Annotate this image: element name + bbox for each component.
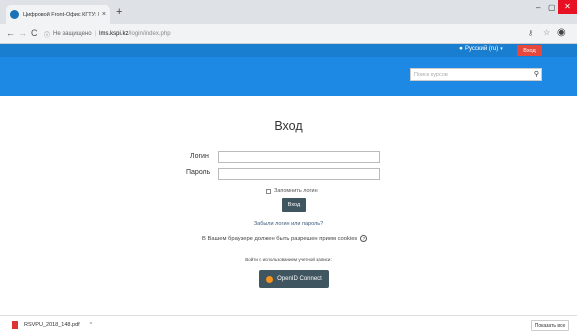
password-label: Пароль — [186, 169, 211, 176]
download-file-name: RSVPU_2018_148.pdf — [24, 322, 80, 328]
cookies-notice: В Вашем браузере должен быть разрешен пр… — [202, 235, 368, 242]
browser-toolbar: ← → C ⓘ Не защищено | lms.kspi.kz /login… — [0, 24, 577, 44]
username-field[interactable] — [218, 151, 380, 163]
browser-tab[interactable]: Цифровой Front-Офис КГТУ: Вход на сайт × — [6, 5, 110, 24]
chevron-down-icon: ▾ — [500, 45, 503, 52]
url-path: /login/index.php — [128, 31, 171, 37]
address-bar[interactable]: ⓘ Не защищено | lms.kspi.kz /login/index… — [44, 27, 520, 41]
new-tab-button[interactable]: + — [116, 7, 122, 18]
language-label: Русский (ru) — [464, 45, 499, 52]
remember-checkbox[interactable] — [266, 188, 271, 194]
globe-icon: ● — [459, 45, 463, 52]
course-search-input[interactable]: Поиск курсов ⚲ — [410, 68, 542, 81]
key-icon[interactable]: ⚷ — [528, 29, 533, 37]
language-menu[interactable]: ● Русский (ru) ▾ — [459, 45, 503, 52]
remember-username[interactable]: Запомнить логин — [266, 188, 318, 194]
pdf-file-icon — [12, 321, 18, 329]
back-button[interactable]: ← — [6, 28, 15, 39]
search-icon[interactable]: ⚲ — [534, 70, 539, 78]
show-all-downloads-button[interactable]: Показать все — [531, 320, 569, 331]
site-favicon-icon — [10, 10, 19, 19]
forgot-password-link[interactable]: Забыли логин или пароль? — [0, 221, 577, 227]
close-window-button[interactable]: ✕ — [558, 0, 577, 14]
minimize-window-button[interactable]: – — [536, 3, 540, 12]
tab-title: Цифровой Front-Офис КГТУ: Вход на сайт — [23, 11, 99, 18]
remember-label: Запомнить логин — [274, 188, 318, 194]
download-item[interactable]: RSVPU_2018_148.pdf ^ — [12, 321, 92, 329]
help-icon[interactable]: ? — [360, 235, 368, 242]
downloads-bar: RSVPU_2018_148.pdf ^ Показать все — [0, 315, 577, 335]
tab-close-icon[interactable]: × — [102, 11, 106, 18]
username-label: Логин — [190, 153, 209, 160]
header-login-button[interactable]: Вход — [517, 45, 542, 56]
info-icon[interactable]: ⓘ — [44, 30, 50, 39]
profile-icon[interactable]: ◉ — [557, 27, 566, 38]
forward-button[interactable]: → — [18, 28, 27, 39]
url-host: lms.kspi.kz — [99, 31, 129, 37]
alt-login-label: Войти с использованием учетной записи: — [245, 257, 332, 262]
security-status: Не защищено — [53, 31, 92, 37]
chevron-up-icon[interactable]: ^ — [90, 322, 92, 328]
browser-tab-strip: Цифровой Front-Офис КГТУ: Вход на сайт ×… — [0, 0, 577, 24]
openid-icon — [266, 275, 274, 283]
login-submit-button[interactable]: Вход — [282, 198, 306, 212]
password-field[interactable] — [218, 168, 380, 180]
address-separator: | — [94, 31, 97, 37]
maximize-window-button[interactable]: ▢ — [548, 3, 556, 12]
cookies-notice-text: В Вашем браузере должен быть разрешен пр… — [202, 235, 358, 242]
page-title: Вход — [274, 119, 303, 133]
course-search-placeholder: Поиск курсов — [414, 71, 448, 78]
openid-connect-button[interactable]: OpenID Connect — [259, 270, 329, 288]
star-icon[interactable]: ☆ — [543, 28, 550, 37]
reload-button[interactable]: C — [31, 28, 38, 39]
openid-connect-label: OpenID Connect — [277, 276, 322, 282]
